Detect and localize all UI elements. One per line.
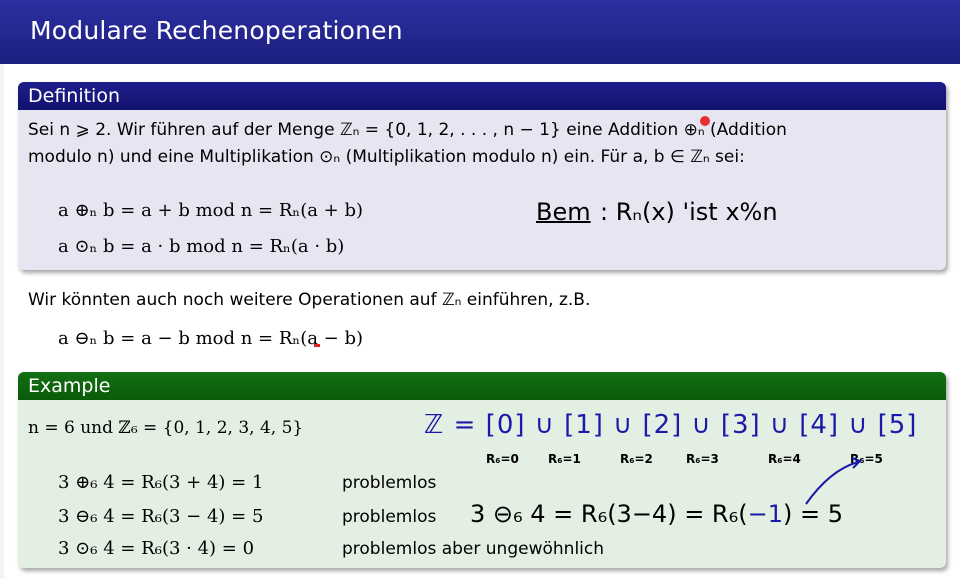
hand-arrow	[805, 457, 862, 505]
